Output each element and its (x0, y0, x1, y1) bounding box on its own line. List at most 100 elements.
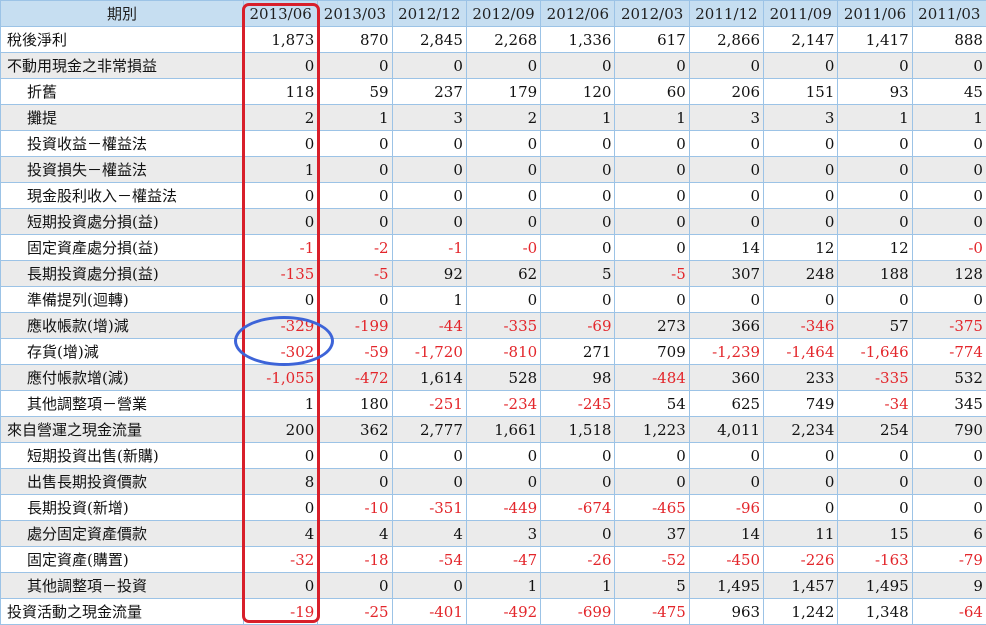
period-header: 2012/09 (466, 1, 540, 27)
table-cell: 0 (244, 53, 318, 79)
table-cell: 0 (838, 131, 912, 157)
table-row: 長期投資(新增)0-10-351-449-674-465-96000 (1, 495, 986, 521)
period-header: 2011/12 (689, 1, 763, 27)
table-cell: 2 (466, 105, 540, 131)
table-cell: 1,417 (838, 27, 912, 53)
table-cell: 0 (392, 157, 466, 183)
table-cell: 62 (466, 261, 540, 287)
table-row: 長期投資處分損(益)-135-592625-5307248188128 (1, 261, 986, 287)
table-cell: 0 (615, 469, 689, 495)
table-cell: 237 (392, 79, 466, 105)
table-cell: -492 (466, 599, 540, 625)
table-row: 折舊11859237179120602061519345 (1, 79, 986, 105)
row-label: 出售長期投資價款 (1, 469, 244, 495)
table-cell: 0 (838, 53, 912, 79)
table-row: 處分固定資產價款44430371411156 (1, 521, 986, 547)
table-cell: -465 (615, 495, 689, 521)
row-label: 存貨(增)減 (1, 339, 244, 365)
row-label: 應付帳款增(減) (1, 365, 244, 391)
table-row: 其他調整項－營業1180-251-234-24554625749-34345 (1, 391, 986, 417)
table-cell: 93 (838, 79, 912, 105)
table-cell: -810 (466, 339, 540, 365)
table-cell: 0 (541, 443, 615, 469)
table-cell: -329 (244, 313, 318, 339)
table-cell: 0 (838, 157, 912, 183)
row-label: 固定資產(購置) (1, 547, 244, 573)
table-cell: 0 (466, 287, 540, 313)
table-cell: 1,495 (838, 573, 912, 599)
table-row: 出售長期投資價款8000000000 (1, 469, 986, 495)
table-cell: 12 (764, 235, 838, 261)
table-cell: 0 (912, 469, 986, 495)
table-cell: -674 (541, 495, 615, 521)
table-cell: 4 (244, 521, 318, 547)
table-cell: -10 (318, 495, 392, 521)
table-cell: 528 (466, 365, 540, 391)
table-cell: -450 (689, 547, 763, 573)
table-cell: 0 (838, 209, 912, 235)
table-row: 稅後淨利1,8738702,8452,2681,3366172,8662,147… (1, 27, 986, 53)
table-cell: 188 (838, 261, 912, 287)
row-label: 短期投資處分損(益) (1, 209, 244, 235)
table-cell: -54 (392, 547, 466, 573)
table-row: 不動用現金之非常損益0000000000 (1, 53, 986, 79)
table-cell: 0 (912, 287, 986, 313)
row-label: 投資活動之現金流量 (1, 599, 244, 625)
table-cell: 1,661 (466, 417, 540, 443)
table-cell: 200 (244, 417, 318, 443)
row-label: 準備提列(迴轉) (1, 287, 244, 313)
row-label: 短期投資出售(新購) (1, 443, 244, 469)
table-cell: 118 (244, 79, 318, 105)
table-row: 固定資產處分損(益)-1-2-1-000141212-0 (1, 235, 986, 261)
table-cell: 1,336 (541, 27, 615, 53)
table-row: 應收帳款(增)減-329-199-44-335-69273366-34657-3… (1, 313, 986, 339)
table-cell: 1 (541, 105, 615, 131)
table-cell: 0 (318, 131, 392, 157)
table-cell: 0 (318, 183, 392, 209)
table-cell: 0 (912, 53, 986, 79)
table-cell: 0 (764, 53, 838, 79)
table-cell: 625 (689, 391, 763, 417)
table-cell: 0 (244, 131, 318, 157)
table-cell: 0 (466, 157, 540, 183)
table-row: 短期投資處分損(益)0000000000 (1, 209, 986, 235)
table-cell: 0 (392, 573, 466, 599)
table-cell: 360 (689, 365, 763, 391)
table-cell: -251 (392, 391, 466, 417)
table-cell: -69 (541, 313, 615, 339)
table-cell: 0 (466, 469, 540, 495)
period-header: 2011/06 (838, 1, 912, 27)
table-cell: 0 (318, 573, 392, 599)
table-cell: 870 (318, 27, 392, 53)
table-cell: 5 (541, 261, 615, 287)
table-row: 投資收益－權益法0000000000 (1, 131, 986, 157)
table-cell: -59 (318, 339, 392, 365)
table-cell: -199 (318, 313, 392, 339)
table-cell: 179 (466, 79, 540, 105)
table-cell: 233 (764, 365, 838, 391)
table-cell: -19 (244, 599, 318, 625)
table-cell: -79 (912, 547, 986, 573)
table-cell: 0 (392, 183, 466, 209)
table-row: 攤提2132113311 (1, 105, 986, 131)
row-label: 不動用現金之非常損益 (1, 53, 244, 79)
table-cell: -699 (541, 599, 615, 625)
table-cell: 59 (318, 79, 392, 105)
table-cell: 0 (764, 469, 838, 495)
table-cell: 532 (912, 365, 986, 391)
table-cell: 0 (466, 53, 540, 79)
table-cell: 1,223 (615, 417, 689, 443)
table-cell: 0 (318, 443, 392, 469)
table-cell: 0 (318, 209, 392, 235)
table-cell: 0 (392, 131, 466, 157)
table-cell: 0 (244, 495, 318, 521)
table-cell: -47 (466, 547, 540, 573)
table-cell: 0 (392, 469, 466, 495)
table-cell: 0 (541, 157, 615, 183)
header-row: 期別 2013/062013/032012/122012/092012/0620… (1, 1, 986, 27)
table-cell: -34 (838, 391, 912, 417)
row-label: 來自營運之現金流量 (1, 417, 244, 443)
table-cell: 0 (466, 209, 540, 235)
table-cell: 0 (318, 469, 392, 495)
table-cell: -774 (912, 339, 986, 365)
